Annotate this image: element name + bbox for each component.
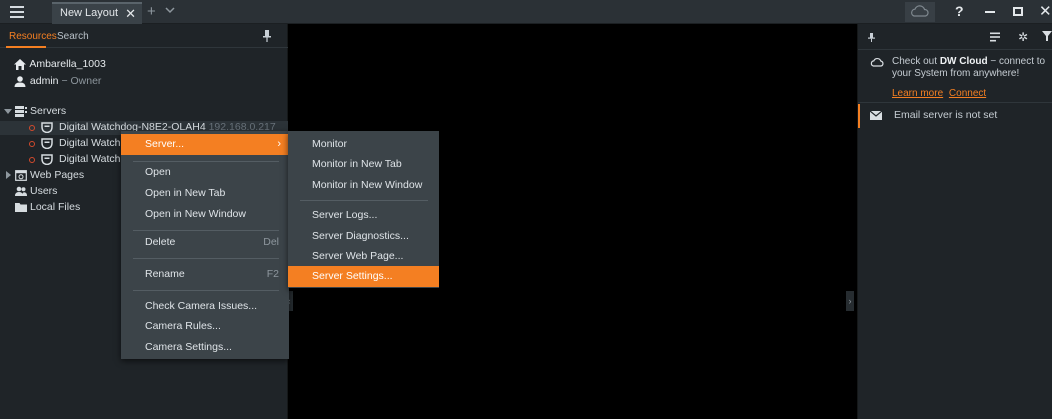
menu-item-server-web-page[interactable]: Server Web Page... xyxy=(288,246,439,267)
expand-arrow-icon[interactable] xyxy=(4,171,12,179)
tab-close-icon[interactable]: ✕ xyxy=(125,6,136,22)
email-message: Email server is not set xyxy=(894,109,998,121)
users-icon xyxy=(15,186,27,196)
server-name: Digital Watch xyxy=(59,153,121,165)
filter-icon[interactable] xyxy=(1042,30,1052,42)
menu-item-server-diagnostics[interactable]: Server Diagnostics... xyxy=(288,226,439,247)
system-name-row[interactable]: Ambarella_1003 xyxy=(13,58,106,70)
system-name: Ambarella_1003 xyxy=(29,58,106,70)
server-icon xyxy=(41,122,53,133)
menu-item-open-new-tab[interactable]: Open in New Tab xyxy=(121,183,289,204)
web-page-icon xyxy=(15,170,27,181)
menu-item-delete[interactable]: Delete Del xyxy=(121,232,289,253)
menu-divider xyxy=(133,290,279,291)
tree-item-servers[interactable]: Servers xyxy=(0,105,288,119)
pin-icon[interactable] xyxy=(262,30,272,42)
folder-icon xyxy=(15,203,27,212)
tab-label: New Layout xyxy=(60,7,119,19)
user-icon xyxy=(14,75,26,87)
new-tab-button[interactable]: + xyxy=(147,3,156,20)
server-name: Digital Watch xyxy=(59,137,121,149)
user-name: admin xyxy=(29,75,59,87)
tab-resources[interactable]: Resources xyxy=(9,31,57,42)
close-window-button[interactable]: ✕ xyxy=(1039,2,1052,20)
menu-item-label: Rename xyxy=(145,268,185,280)
expand-arrow-icon[interactable] xyxy=(4,107,12,115)
context-menu: Server... › Open Open in New Tab Open in… xyxy=(121,131,289,359)
collapse-right-panel-button[interactable]: › xyxy=(846,291,854,311)
menu-divider xyxy=(133,230,279,231)
shortcut-label: Del xyxy=(263,236,279,248)
menu-item-label: Delete xyxy=(145,236,176,248)
cloud-links: Learn more Connect xyxy=(892,88,989,99)
maximize-button[interactable] xyxy=(1013,7,1023,16)
chevron-down-icon[interactable] xyxy=(165,5,175,15)
chevron-right-icon: › xyxy=(277,138,281,150)
panel-tabs: Resources Search xyxy=(0,24,288,48)
shortcut-label: F2 xyxy=(266,268,279,280)
menu-item-camera-settings[interactable]: Camera Settings... xyxy=(121,337,289,358)
cloud-icon xyxy=(911,5,929,17)
menu-item-label: Server... xyxy=(145,138,185,150)
main-menu-icon[interactable] xyxy=(10,6,24,18)
cloud-message-prefix: Check out xyxy=(892,56,940,67)
tree-label: Servers xyxy=(30,105,67,117)
status-offline-icon xyxy=(29,141,35,147)
menu-item-camera-rules[interactable]: Camera Rules... xyxy=(121,316,289,337)
menu-item-monitor[interactable]: Monitor xyxy=(288,134,439,155)
tree-label: Local Files xyxy=(30,201,81,213)
cloud-notification: Check out DW Cloud − connect to your Sys… xyxy=(858,51,1052,103)
menu-item-server-logs[interactable]: Server Logs... xyxy=(288,205,439,226)
title-bar: New Layout ✕ + ? ✕ xyxy=(0,0,1052,24)
notifications-panel: ✲ Check out DW Cloud − connect to your S… xyxy=(857,24,1052,419)
tree-label: Users xyxy=(30,185,58,197)
pin-icon[interactable] xyxy=(868,33,875,42)
help-button[interactable]: ? xyxy=(955,3,964,19)
menu-divider xyxy=(133,258,279,259)
menu-item-check-camera-issues[interactable]: Check Camera Issues... xyxy=(121,296,289,317)
active-tab-indicator xyxy=(6,46,46,48)
current-user-row[interactable]: admin − Owner xyxy=(13,75,101,87)
menu-divider xyxy=(300,200,428,201)
status-offline-icon xyxy=(29,157,35,163)
cloud-brand: DW Cloud xyxy=(939,56,988,67)
email-notification[interactable]: Email server is not set xyxy=(858,104,1052,128)
status-offline-icon xyxy=(29,125,35,131)
server-icon xyxy=(41,154,53,165)
menu-item-server-settings[interactable]: Server Settings... xyxy=(288,266,439,287)
notifications-header: ✲ xyxy=(858,24,1052,50)
cloud-button[interactable] xyxy=(905,2,935,22)
servers-icon xyxy=(15,106,27,117)
user-role: − Owner xyxy=(61,75,102,87)
menu-item-monitor-new-tab[interactable]: Monitor in New Tab xyxy=(288,154,439,175)
learn-more-link[interactable]: Learn more xyxy=(892,88,943,99)
menu-item-rename[interactable]: Rename F2 xyxy=(121,264,289,285)
menu-item-monitor-new-window[interactable]: Monitor in New Window xyxy=(288,175,439,196)
server-icon xyxy=(41,138,53,149)
menu-item-open[interactable]: Open xyxy=(121,162,289,183)
connect-link[interactable]: Connect xyxy=(949,88,986,99)
list-icon[interactable] xyxy=(990,32,1000,42)
menu-item-server[interactable]: Server... › xyxy=(121,134,289,155)
gear-icon[interactable]: ✲ xyxy=(1018,30,1028,44)
server-submenu: Monitor Monitor in New Tab Monitor in Ne… xyxy=(288,131,439,288)
minimize-button[interactable] xyxy=(985,11,995,13)
tab-new-layout[interactable]: New Layout ✕ xyxy=(52,2,142,24)
menu-item-open-new-window[interactable]: Open in New Window xyxy=(121,204,289,225)
tree-label: Web Pages xyxy=(30,169,85,181)
cloud-message: Check out DW Cloud − connect to your Sys… xyxy=(892,56,1050,80)
envelope-icon xyxy=(870,111,882,120)
home-icon xyxy=(14,58,26,70)
cloud-icon xyxy=(870,57,884,67)
tab-search[interactable]: Search xyxy=(57,31,89,42)
